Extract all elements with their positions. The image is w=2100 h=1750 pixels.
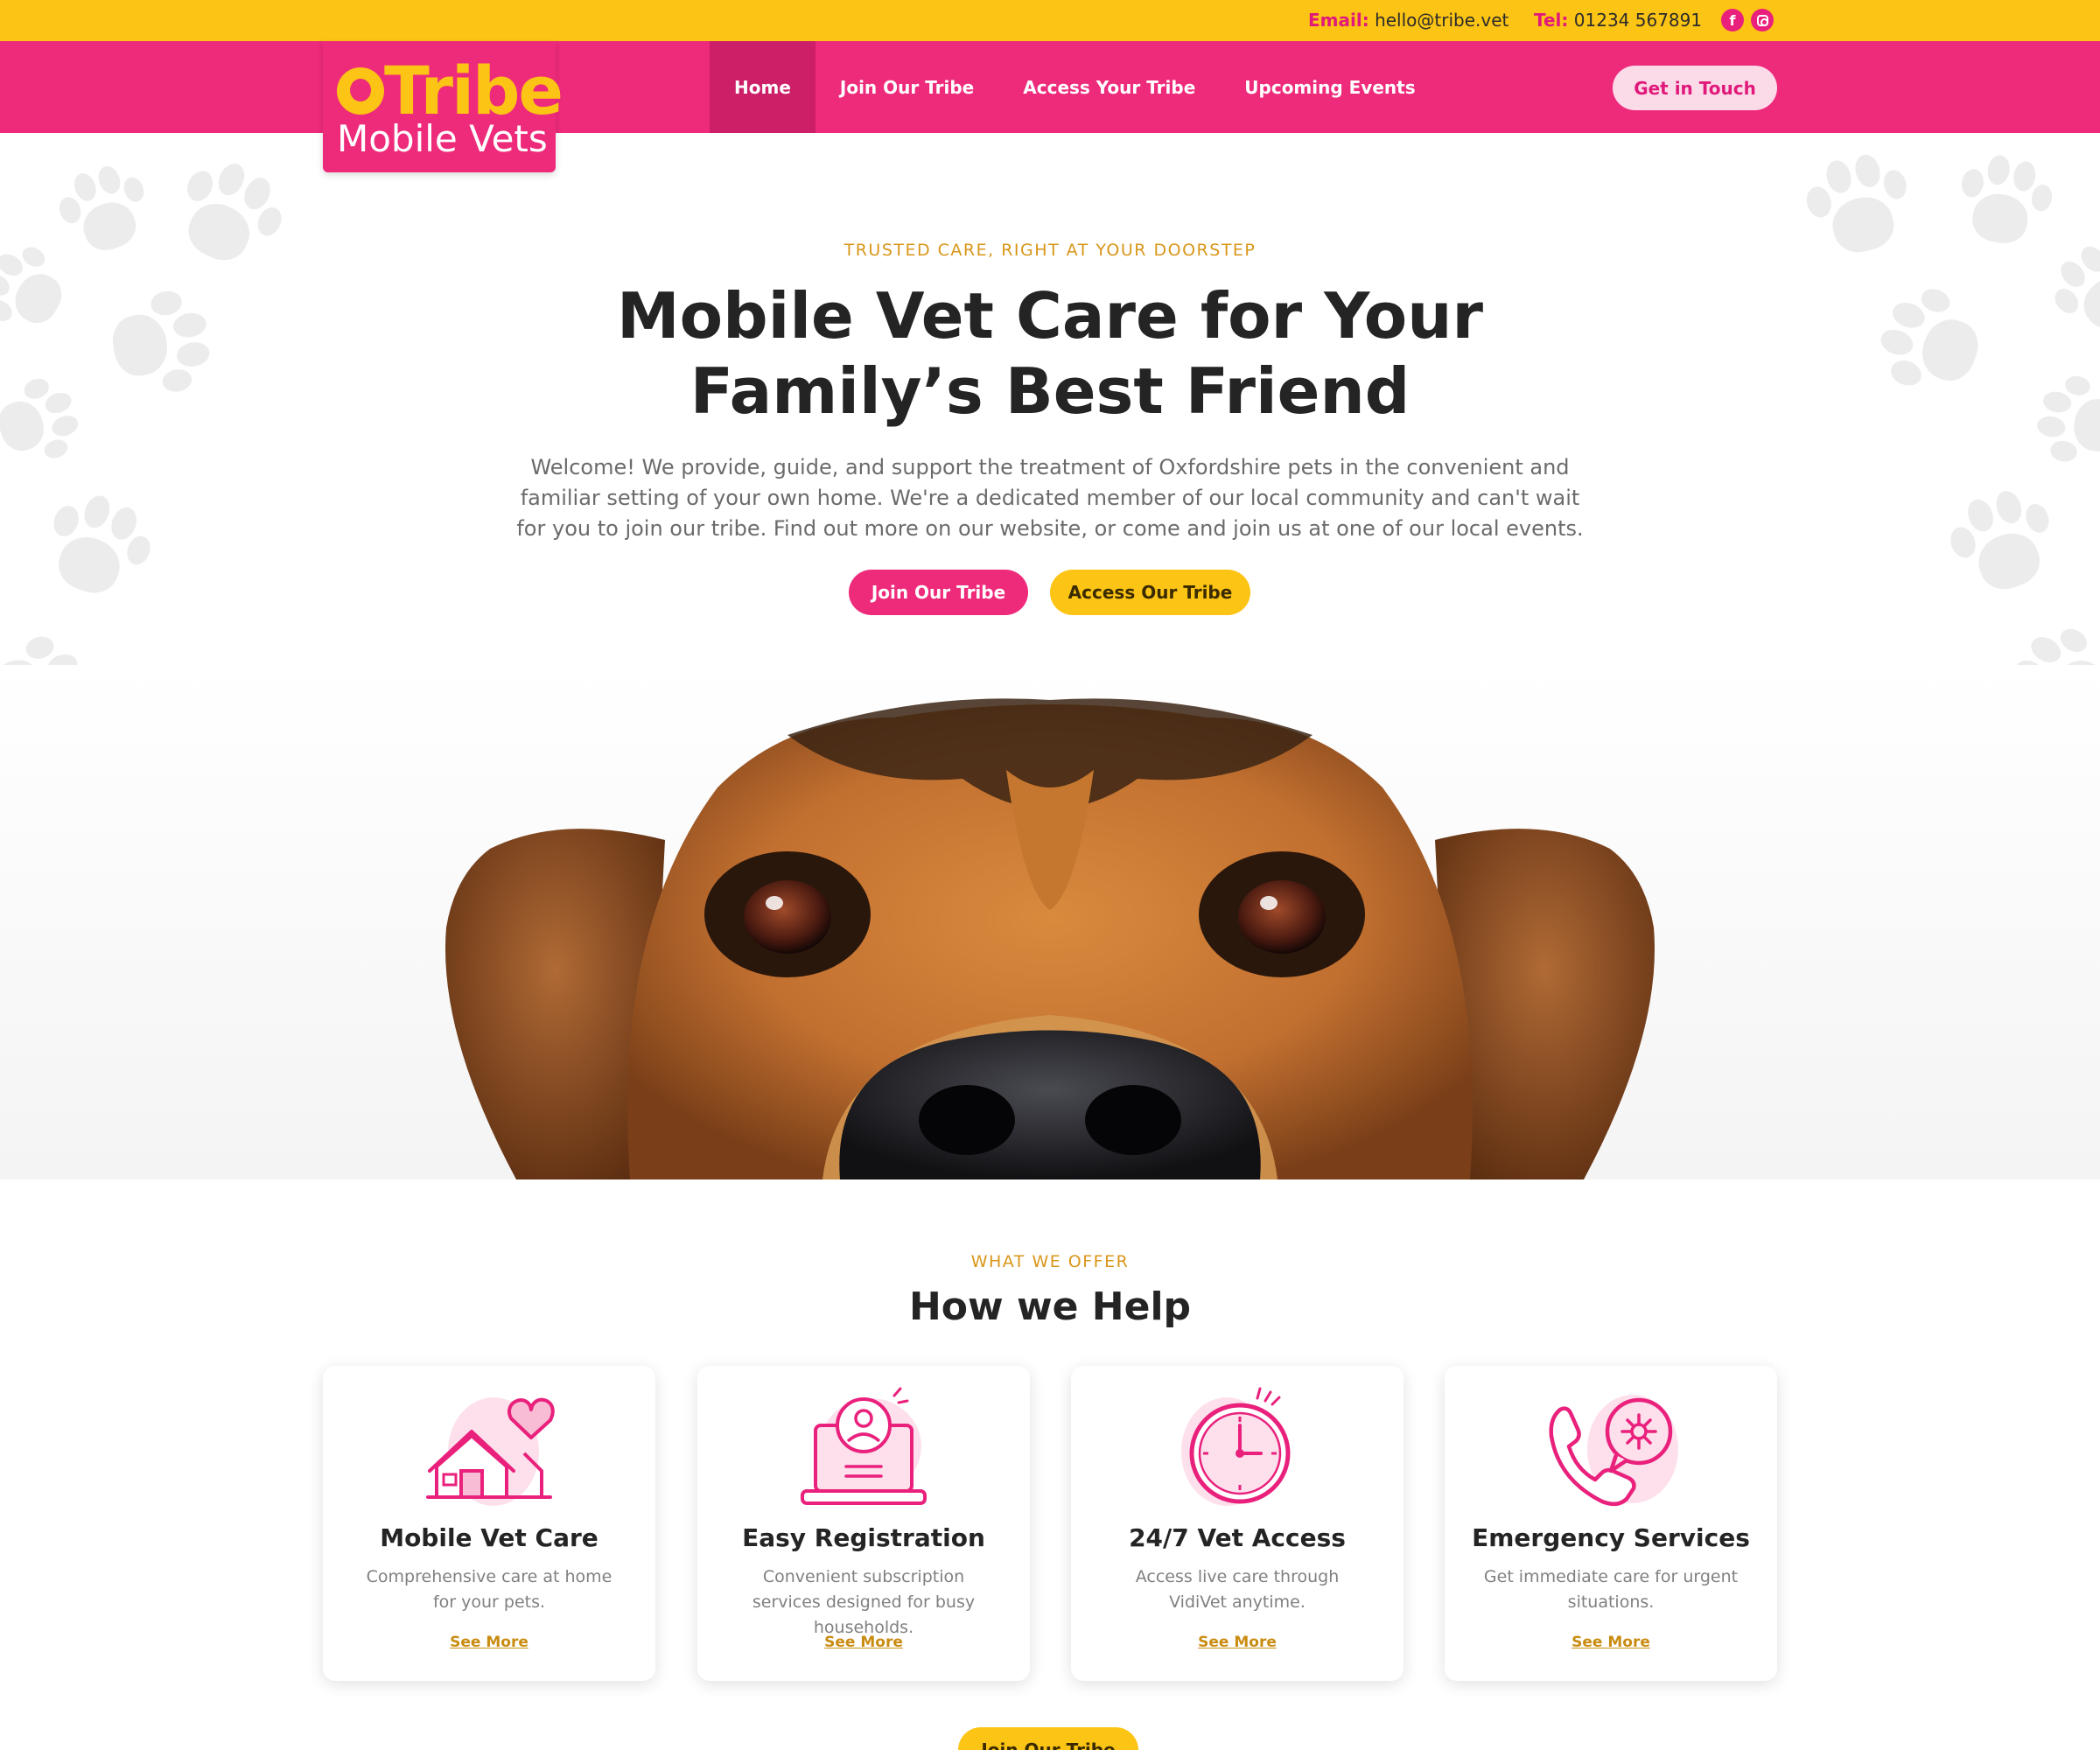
paw-print-icon (1863, 272, 2004, 413)
card-text: Access live care through VidiVet anytime… (1135, 1567, 1340, 1612)
service-card-emergency-services[interactable]: Emergency Services Get immediate care fo… (1445, 1366, 1777, 1681)
offer-title: How we Help (908, 1284, 1192, 1329)
card-text: Comprehensive care at home for your pets… (366, 1567, 612, 1612)
top-contact-bar: Email: hello@tribe.vet Tel: 01234 567891… (0, 0, 2100, 41)
see-more-link[interactable]: See More (1445, 1634, 1777, 1651)
instagram-glyph (1756, 14, 1768, 26)
house-heart-icon (426, 1397, 555, 1506)
dog-illustration (445, 698, 1655, 1180)
facebook-glyph: f (1729, 11, 1736, 29)
card-title: Easy Registration (742, 1523, 985, 1552)
email-label: Email: (1308, 10, 1369, 31)
card-text: Get immediate care for urgent situations… (1483, 1567, 1739, 1612)
nav-item-upcoming-events[interactable]: Upcoming Events (1220, 41, 1439, 133)
offer-eyebrow: WHAT WE OFFER (970, 1252, 1130, 1271)
service-card-mobile-vet-care[interactable]: Mobile Vet Care Comprehensive care at ho… (323, 1366, 655, 1681)
paw-print-icon (154, 143, 300, 289)
hero-eyebrow: TRUSTED CARE, RIGHT AT YOUR DOORSTEP (844, 241, 1256, 260)
see-more-link[interactable]: See More (697, 1634, 1030, 1651)
bottom-join-our-tribe-button[interactable]: Join Our Tribe (958, 1727, 1138, 1750)
paw-print-icon (1933, 473, 2074, 614)
paw-print-icon (0, 365, 92, 480)
email-contact[interactable]: Email: hello@tribe.vet (1308, 10, 1508, 31)
join-our-tribe-button[interactable]: Join Our Tribe (849, 570, 1028, 615)
access-our-tribe-button[interactable]: Access Our Tribe (1050, 570, 1250, 615)
email-value[interactable]: hello@tribe.vet (1375, 10, 1508, 31)
laptop-user-icon (801, 1387, 927, 1505)
logo-wordmark: Tribe (384, 52, 564, 130)
hero-description: Welcome! We provide, guide, and support … (516, 455, 1584, 541)
card-title: 24/7 Vet Access (1129, 1523, 1346, 1552)
see-more-link[interactable]: See More (1071, 1634, 1404, 1651)
nav-item-access-your-tribe[interactable]: Access Your Tribe (998, 41, 1220, 133)
phone-contact[interactable]: Tel: 01234 567891 (1534, 10, 1702, 31)
paw-print-icon (25, 478, 166, 619)
paw-print-icon (94, 279, 221, 407)
phone-emergency-icon (1549, 1395, 1678, 1507)
facebook-icon[interactable]: f (1721, 9, 1744, 32)
service-card-24-7-vet-access[interactable]: 24/7 Vet Access Access live care through… (1071, 1366, 1404, 1681)
clock-icon (1181, 1387, 1291, 1506)
card-title: Emergency Services (1472, 1523, 1750, 1552)
card-text: Convenient subscription services designe… (752, 1567, 976, 1637)
get-in-touch-button[interactable]: Get in Touch (1613, 66, 1777, 110)
tel-label: Tel: (1534, 10, 1569, 31)
nav-item-join-our-tribe[interactable]: Join Our Tribe (816, 41, 998, 133)
nav-item-home[interactable]: Home (710, 41, 816, 133)
card-title: Mobile Vet Care (380, 1523, 598, 1552)
instagram-icon[interactable] (1751, 9, 1774, 32)
see-more-link[interactable]: See More (323, 1634, 655, 1651)
service-card-easy-registration[interactable]: Easy Registration Convenient subscriptio… (697, 1366, 1030, 1681)
paw-print-icon (2027, 367, 2100, 476)
hero-title: Mobile Vet Care for Your Family’s Best F… (617, 279, 1483, 428)
main-navigation: Home Join Our Tribe Access Your Tribe Up… (0, 41, 2100, 133)
paw-logo-icon (337, 67, 384, 115)
nav-menu: Home Join Our Tribe Access Your Tribe Up… (710, 41, 1440, 133)
hero-dog-image (0, 665, 2100, 1180)
tel-value[interactable]: 01234 567891 (1574, 10, 1702, 31)
